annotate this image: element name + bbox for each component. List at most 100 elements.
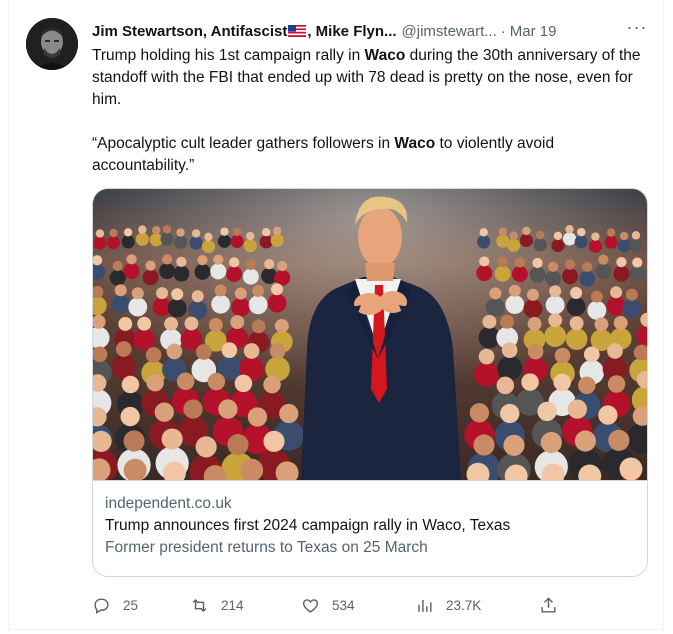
crowd-person-head — [207, 372, 226, 391]
crowd-person-head — [607, 375, 626, 393]
crowd-person-head — [247, 407, 268, 427]
crowd-person-head — [478, 348, 495, 365]
tweet-header: Jim Stewartson, Antifascist , Mike Flyn.… — [92, 20, 652, 42]
like-button[interactable]: 534 — [301, 590, 355, 620]
crowd-person-head — [503, 434, 525, 456]
crowd-person-head — [500, 403, 520, 424]
crowd-person-head — [574, 430, 596, 452]
crowd-person-body — [243, 239, 257, 253]
retweet-button[interactable]: 214 — [190, 590, 244, 620]
crowd-person-head — [191, 290, 204, 303]
crowd-person-body — [128, 297, 148, 317]
tweet[interactable]: Jim Stewartson, Antifascist , Mike Flyn.… — [8, 0, 664, 630]
crowd-person-body — [111, 294, 131, 314]
crowd-person-body — [123, 262, 140, 280]
crowd-person-head — [230, 315, 245, 330]
separator-dot: · — [500, 22, 506, 40]
crowd-person-head — [114, 284, 127, 297]
crowd-person-head — [162, 225, 172, 234]
crowd-person-body — [111, 354, 137, 380]
crowd-person-head — [166, 343, 183, 360]
tweet-paragraph-2: “Apocalyptic cult leader gathers followe… — [92, 135, 555, 174]
crowd-person-body — [267, 293, 287, 313]
crowd-person-head — [526, 288, 539, 301]
card-title[interactable]: Trump announces first 2024 campaign rall… — [105, 515, 635, 537]
crowd-person-head — [161, 428, 183, 450]
crowd-person-body — [109, 269, 126, 286]
crowd-person-head — [156, 287, 169, 300]
link-card[interactable]: independent.co.uk Trump announces first … — [92, 188, 648, 577]
crowd-person-head — [536, 230, 545, 240]
crowd-person-body — [604, 235, 618, 249]
crowd-person-head — [613, 315, 628, 330]
crowd-person-head — [537, 401, 557, 422]
crowd-person-head — [243, 343, 260, 359]
crowd-person-body — [519, 233, 533, 248]
author-handle[interactable]: @jimstewart... — [402, 23, 497, 40]
crowd-person-head — [500, 314, 515, 329]
views-button[interactable]: 23.7K — [415, 590, 481, 620]
card-domain[interactable]: independent.co.uk — [105, 493, 635, 515]
author-name[interactable]: Jim Stewartson, Antifascist — [92, 23, 287, 40]
crowd-person-head — [508, 284, 521, 297]
crowd-person-head — [498, 227, 508, 236]
crowd-person-body — [231, 297, 251, 317]
card-photo[interactable] — [93, 189, 648, 480]
action-bar: 25 214 534 23.7K — [92, 590, 572, 620]
crowd-person-head — [479, 228, 488, 237]
crowd-person-head — [514, 257, 526, 268]
more-options-icon[interactable]: ··· — [625, 18, 649, 40]
crowd-person-body — [562, 268, 579, 285]
crowd-person-body — [587, 300, 607, 320]
share-button[interactable] — [539, 590, 558, 620]
crowd-person-body — [167, 298, 187, 318]
tweet-date[interactable]: Mar 19 — [510, 23, 557, 40]
avatar[interactable] — [26, 18, 78, 70]
crowd-person-body — [201, 239, 216, 254]
card-info[interactable]: independent.co.uk Trump announces first … — [93, 480, 647, 576]
crowd-person-head — [527, 343, 544, 360]
highlight-waco: Waco — [394, 135, 436, 152]
crowd-person-body — [121, 235, 135, 249]
crowd-person-head — [616, 257, 627, 268]
crowd-person-head — [176, 256, 187, 267]
crowd-person-head — [195, 436, 217, 458]
crowd-person-head — [273, 226, 282, 235]
crowd-person-body — [497, 355, 522, 381]
crowd-person-head — [218, 399, 238, 419]
crowd-person-head — [501, 342, 518, 358]
crowd-person-head — [619, 457, 643, 480]
crowd-person-body — [629, 238, 643, 252]
crowd-person-head — [274, 318, 289, 333]
crowd-person-head — [553, 373, 571, 392]
retweet-icon — [192, 598, 207, 612]
crowd-person-head — [564, 259, 576, 270]
reply-button[interactable]: 25 — [92, 590, 138, 620]
crowd-person-head — [138, 225, 147, 234]
crowd-person-body — [133, 328, 156, 351]
crowd-person-body — [160, 232, 174, 246]
crowd-person-body — [523, 299, 543, 319]
crowd-person-body — [173, 265, 190, 282]
author-name-tail[interactable]: , Mike Flyn... — [307, 23, 396, 40]
crowd-person-head — [154, 402, 174, 422]
crowd-person-head — [131, 287, 144, 300]
crowd-person-head — [269, 343, 286, 359]
crowd-person-head — [598, 405, 618, 425]
crowd-person-head — [245, 259, 256, 271]
card-description: Former president returns to Texas on 25 … — [105, 539, 428, 556]
crowd-person-head — [251, 319, 266, 334]
crowd-person-head — [497, 256, 508, 268]
crowd-person-body — [135, 232, 149, 246]
crowd-person-head — [469, 403, 490, 423]
crowd-person-body — [529, 266, 546, 283]
views-chart-icon — [418, 599, 432, 612]
crowd-person-body — [217, 234, 232, 248]
crowd-person-head — [123, 430, 145, 452]
reply-count: 25 — [123, 597, 139, 613]
crowd-person-body — [230, 234, 244, 249]
crowd-person-head — [146, 373, 164, 392]
crowd-person-body — [579, 270, 596, 287]
crowd-person-body — [242, 268, 259, 285]
crowd-person-head — [496, 376, 515, 395]
